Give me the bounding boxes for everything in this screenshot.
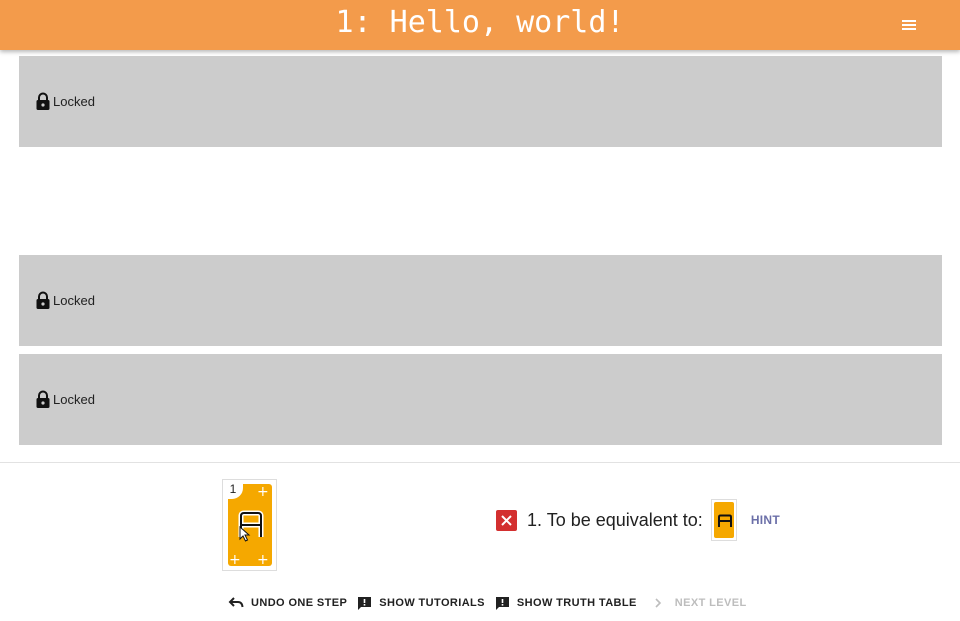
plus-icon: + [257, 552, 269, 566]
plus-icon: + [229, 552, 241, 566]
target-card [710, 499, 737, 541]
divider [0, 462, 960, 463]
page-title: 1: Hello, world! [335, 5, 625, 40]
lock-label: Locked [53, 93, 95, 109]
menu-button[interactable] [896, 12, 922, 38]
hint-button[interactable]: HINT [751, 513, 780, 527]
lock-label: Locked [53, 292, 95, 308]
feedback-icon [495, 596, 509, 610]
undo-icon [228, 597, 244, 608]
show-truth-table-button[interactable]: SHOW TRUTH TABLE [495, 596, 637, 611]
lock-label: Locked [53, 391, 95, 407]
show-truth-table-label: SHOW TRUTH TABLE [516, 597, 637, 609]
lock-icon [36, 92, 50, 110]
chevron-right-icon [655, 598, 661, 608]
hand-card[interactable]: + + + 1 [222, 479, 277, 571]
goal-row: 1. To be equivalent to: HINT [496, 499, 780, 541]
show-tutorials-button[interactable]: SHOW TUTORIALS [357, 596, 485, 611]
undo-button[interactable]: UNDO ONE STEP [228, 596, 347, 610]
lock-icon [36, 390, 50, 408]
locked-panel: Locked [19, 255, 942, 346]
locked-panel: Locked [19, 56, 942, 147]
lock-icon [36, 291, 50, 309]
next-level-label: NEXT LEVEL [674, 597, 747, 609]
goal-text: 1. To be equivalent to: [527, 509, 703, 530]
variable-a-icon [717, 514, 732, 527]
undo-label: UNDO ONE STEP [251, 597, 348, 609]
mouse-cursor-icon [239, 526, 251, 542]
menu-icon [902, 20, 916, 30]
locked-panel: Locked [19, 354, 942, 445]
plus-icon: + [257, 484, 269, 500]
next-level-button[interactable]: NEXT LEVEL [647, 596, 747, 610]
action-toolbar: UNDO ONE STEP SHOW TUTORIALS SHOW TRUTH … [228, 592, 757, 614]
app-bar: 1: Hello, world! [0, 0, 960, 50]
show-tutorials-label: SHOW TUTORIALS [379, 597, 485, 609]
error-x-icon [496, 509, 517, 531]
feedback-icon [358, 596, 372, 610]
